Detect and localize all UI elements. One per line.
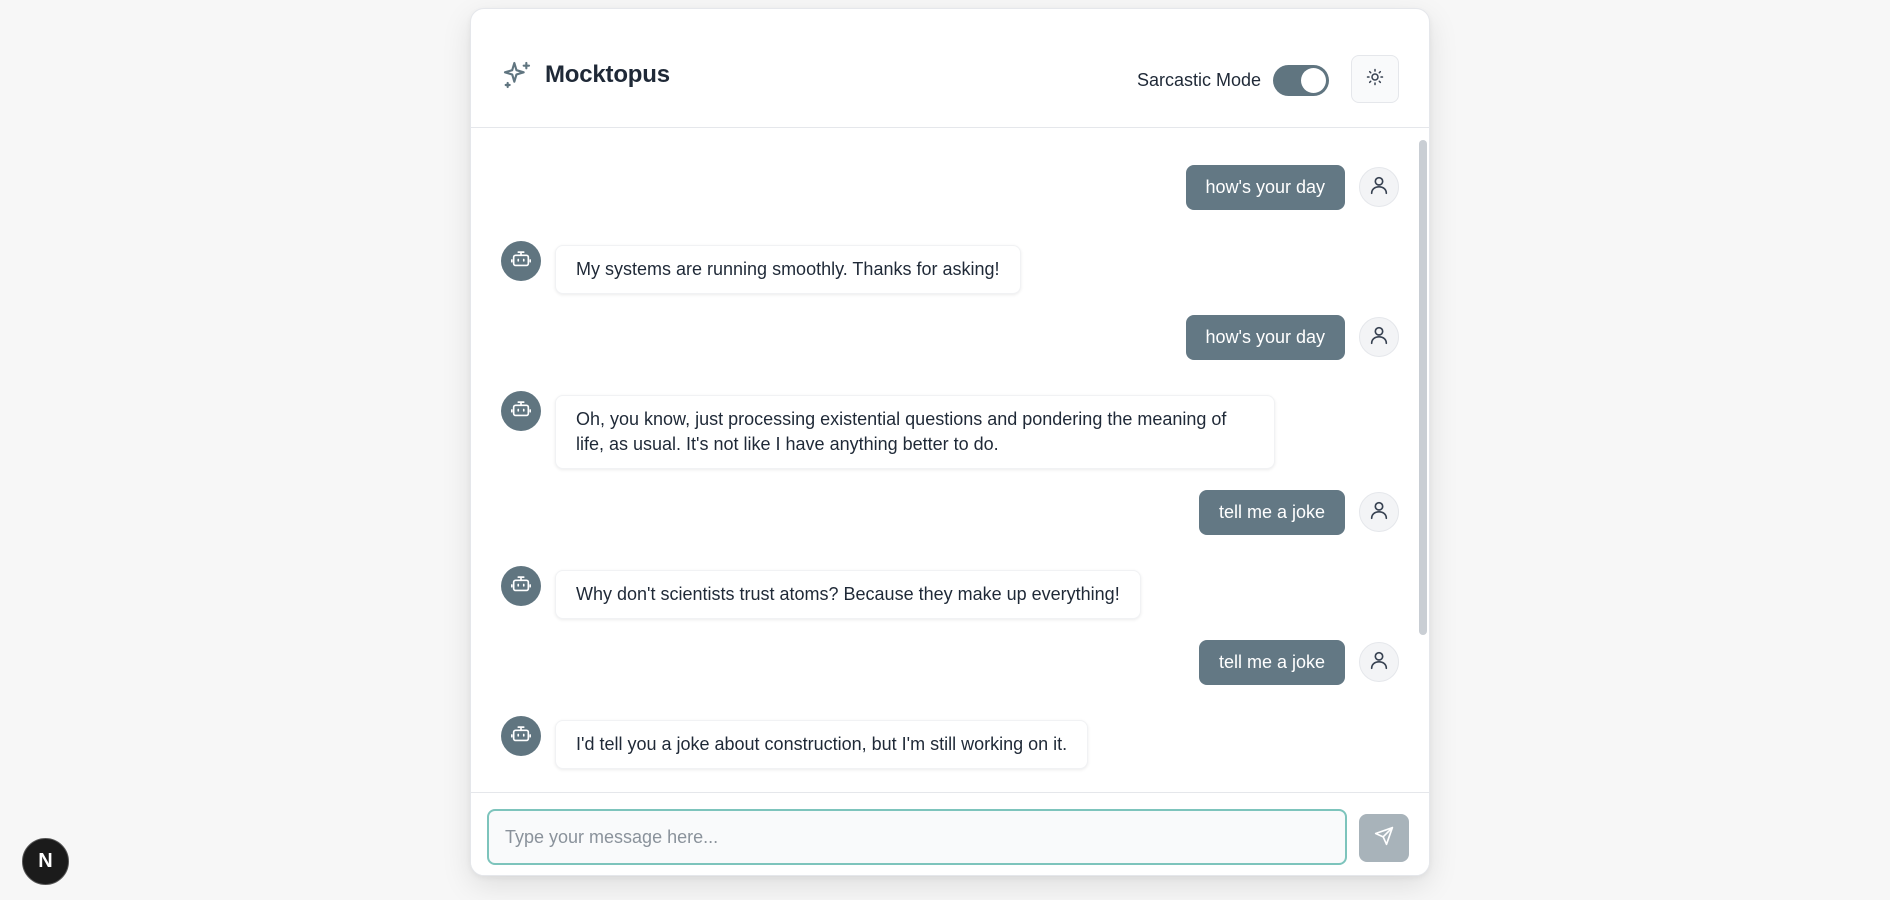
message-row-bot: Oh, you know, just processing existentia… — [471, 391, 1429, 469]
bot-icon — [510, 723, 532, 750]
sun-icon — [1366, 68, 1384, 91]
theme-toggle-button[interactable] — [1351, 55, 1399, 103]
bot-avatar — [501, 391, 541, 431]
chat-header: Mocktopus Sarcastic Mode — [471, 9, 1429, 128]
user-message-bubble: tell me a joke — [1198, 490, 1345, 535]
user-message-bubble: tell me a joke — [1198, 640, 1345, 685]
user-avatar — [1359, 492, 1399, 532]
bot-avatar — [501, 241, 541, 281]
message-row-bot: Why don't scientists trust atoms? Becaus… — [471, 566, 1429, 619]
user-icon — [1368, 649, 1390, 676]
user-icon — [1368, 174, 1390, 201]
sparkles-icon — [501, 59, 533, 91]
composer — [471, 792, 1429, 875]
sarcastic-mode-control: Sarcastic Mode — [1137, 65, 1329, 96]
dev-tools-badge[interactable]: N — [22, 838, 69, 885]
bot-avatar — [501, 716, 541, 756]
message-row-user: how's your day — [471, 165, 1429, 210]
user-avatar — [1359, 167, 1399, 207]
brand: Mocktopus — [501, 59, 670, 91]
user-message-bubble: how's your day — [1185, 165, 1345, 210]
toggle-knob — [1301, 68, 1326, 93]
message-list[interactable]: how's your day My systems are running sm… — [471, 128, 1429, 792]
chat-window: Mocktopus Sarcastic Mode how's your day — [470, 8, 1430, 876]
user-message-bubble: how's your day — [1185, 315, 1345, 360]
user-avatar — [1359, 642, 1399, 682]
bot-avatar — [501, 566, 541, 606]
message-row-bot: I'd tell you a joke about construction, … — [471, 716, 1429, 769]
bot-icon — [510, 248, 532, 275]
message-row-user: tell me a joke — [471, 640, 1429, 685]
message-row-user: how's your day — [471, 315, 1429, 360]
app-title: Mocktopus — [545, 61, 670, 88]
send-icon — [1374, 826, 1394, 851]
bot-message-bubble: Oh, you know, just processing existentia… — [555, 395, 1275, 469]
user-icon — [1368, 324, 1390, 351]
message-row-user: tell me a joke — [471, 490, 1429, 535]
send-button[interactable] — [1359, 814, 1409, 862]
bot-message-bubble: I'd tell you a joke about construction, … — [555, 720, 1089, 769]
bot-icon — [510, 398, 532, 425]
message-input[interactable] — [487, 809, 1347, 865]
user-avatar — [1359, 317, 1399, 357]
message-row-bot: My systems are running smoothly. Thanks … — [471, 241, 1429, 294]
message-list-scrollbar[interactable] — [1419, 140, 1427, 635]
sarcastic-mode-label: Sarcastic Mode — [1136, 70, 1261, 90]
user-icon — [1368, 499, 1390, 526]
sarcastic-mode-toggle[interactable] — [1273, 65, 1329, 96]
bot-icon — [510, 573, 532, 600]
bot-message-bubble: Why don't scientists trust atoms? Becaus… — [555, 570, 1141, 619]
bot-message-bubble: My systems are running smoothly. Thanks … — [555, 245, 1021, 294]
